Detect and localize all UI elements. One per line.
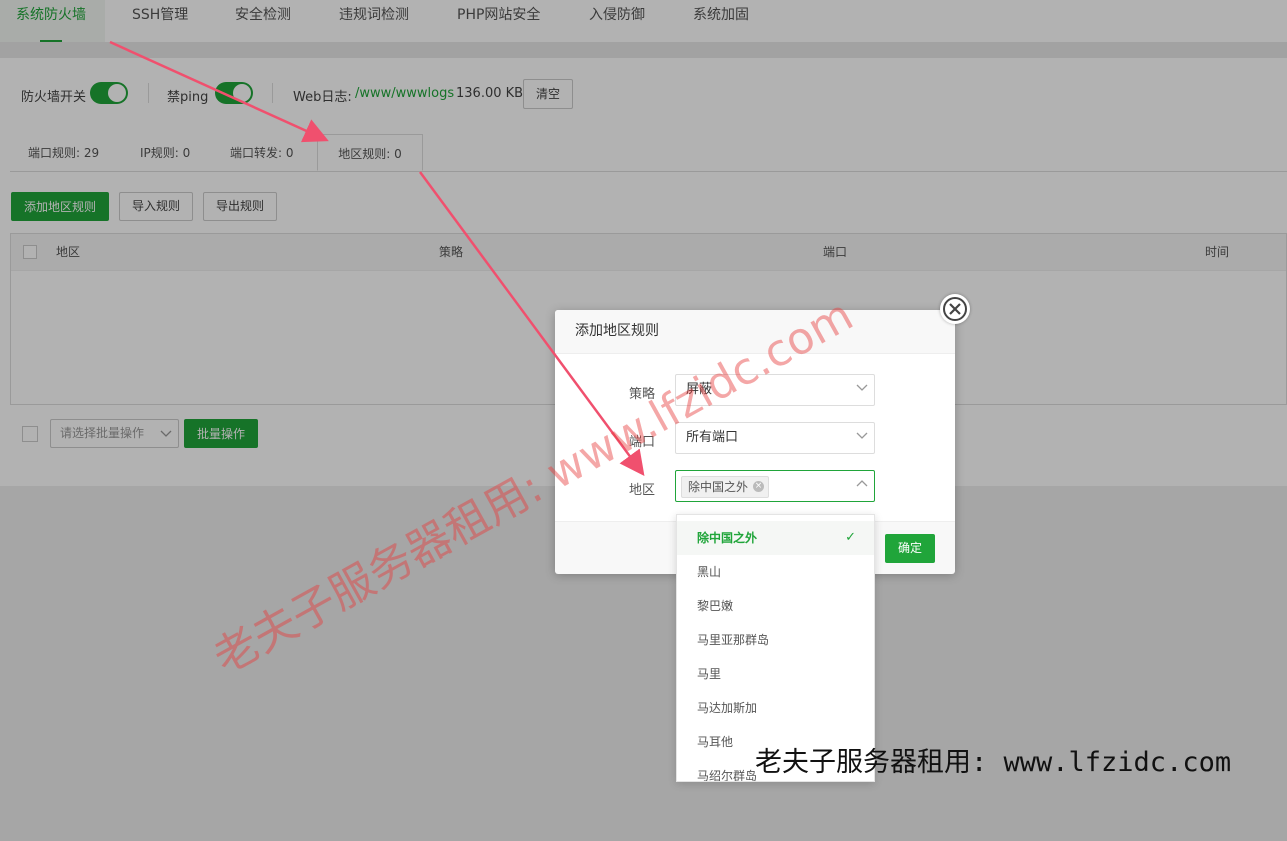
watermark-bottom: 老夫子服务器租用: www.lfzidc.com <box>755 747 1232 778</box>
port-select[interactable]: 所有端口 <box>675 422 875 454</box>
chevron-down-icon <box>856 384 868 391</box>
region-multiselect[interactable]: 除中国之外 × <box>675 470 875 502</box>
region-chip-label: 除中国之外 <box>688 480 749 494</box>
confirm-button[interactable]: 确定 <box>885 534 935 563</box>
close-icon <box>949 303 961 315</box>
close-dialog-button[interactable] <box>940 294 970 324</box>
region-option[interactable]: 除中国之外 ✓ <box>677 521 874 555</box>
region-option[interactable]: 黑山 <box>677 555 874 589</box>
chevron-up-icon <box>856 480 868 487</box>
chevron-down-icon <box>856 432 868 439</box>
chip-remove-icon[interactable]: × <box>753 481 765 492</box>
region-label: 地区 <box>628 483 655 498</box>
region-option[interactable]: 马里亚那群岛 <box>677 623 874 657</box>
dialog-title: 添加地区规则 <box>575 323 659 339</box>
region-option[interactable]: 马里 <box>677 657 874 691</box>
option-label: 除中国之外 <box>697 531 758 545</box>
check-icon: ✓ <box>845 530 856 545</box>
region-chip: 除中国之外 × <box>681 476 770 498</box>
region-option[interactable]: 黎巴嫩 <box>677 589 874 623</box>
region-option[interactable]: 马达加斯加 <box>677 691 874 725</box>
